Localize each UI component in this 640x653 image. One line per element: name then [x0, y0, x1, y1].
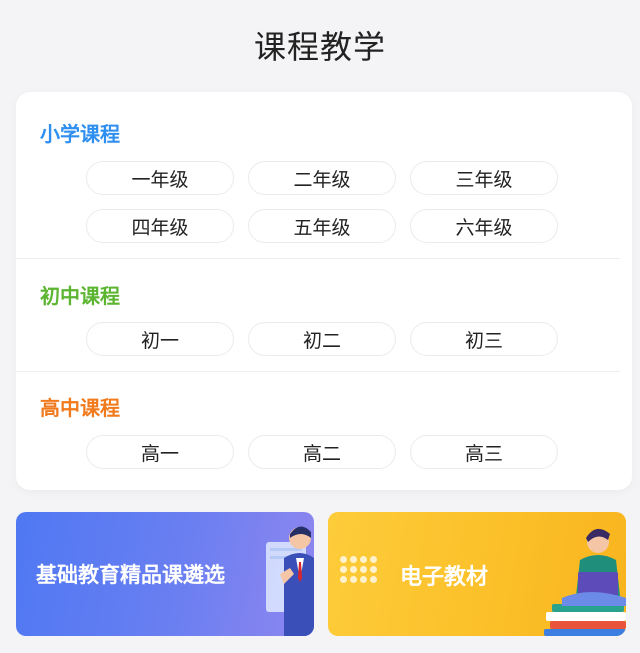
student-reading-illustration-icon [544, 528, 626, 636]
section-divider [16, 371, 620, 372]
page-title: 课程教学 [253, 28, 386, 66]
senior-grade-button-1[interactable]: 高一 [86, 435, 234, 469]
quality-courses-banner[interactable]: 基础教育精品课遴选 [16, 512, 314, 636]
junior-grade-button-3[interactable]: 初三 [410, 322, 558, 356]
decorative-dots [340, 556, 388, 586]
grade-button-2[interactable]: 二年级 [248, 161, 396, 195]
grade-button-1[interactable]: 一年级 [86, 161, 234, 195]
junior-section-title: 初中课程 [40, 284, 120, 308]
courses-card: 小学课程 一年级 二年级 三年级 四年级 五年级 六年级 初中课程 初一 初二 … [16, 92, 632, 490]
junior-grade-button-2[interactable]: 初二 [248, 322, 396, 356]
senior-grade-button-2[interactable]: 高二 [248, 435, 396, 469]
grade-button-4[interactable]: 四年级 [86, 209, 234, 243]
grade-button-6[interactable]: 六年级 [410, 209, 558, 243]
quality-courses-label: 基础教育精品课遴选 [36, 563, 225, 587]
primary-section-title: 小学课程 [40, 122, 120, 146]
grade-button-5[interactable]: 五年级 [248, 209, 396, 243]
e-textbook-banner[interactable]: 电子教材 [328, 512, 626, 636]
junior-grade-button-1[interactable]: 初一 [86, 322, 234, 356]
e-textbook-label: 电子教材 [400, 565, 489, 590]
senior-section-title: 高中课程 [40, 396, 120, 420]
course-teaching-page: 课程教学 小学课程 一年级 二年级 三年级 四年级 五年级 六年级 初中课程 初… [0, 0, 640, 653]
senior-grade-button-3[interactable]: 高三 [410, 435, 558, 469]
teacher-illustration-icon [266, 526, 314, 636]
section-divider [16, 258, 620, 259]
grade-button-3[interactable]: 三年级 [410, 161, 558, 195]
